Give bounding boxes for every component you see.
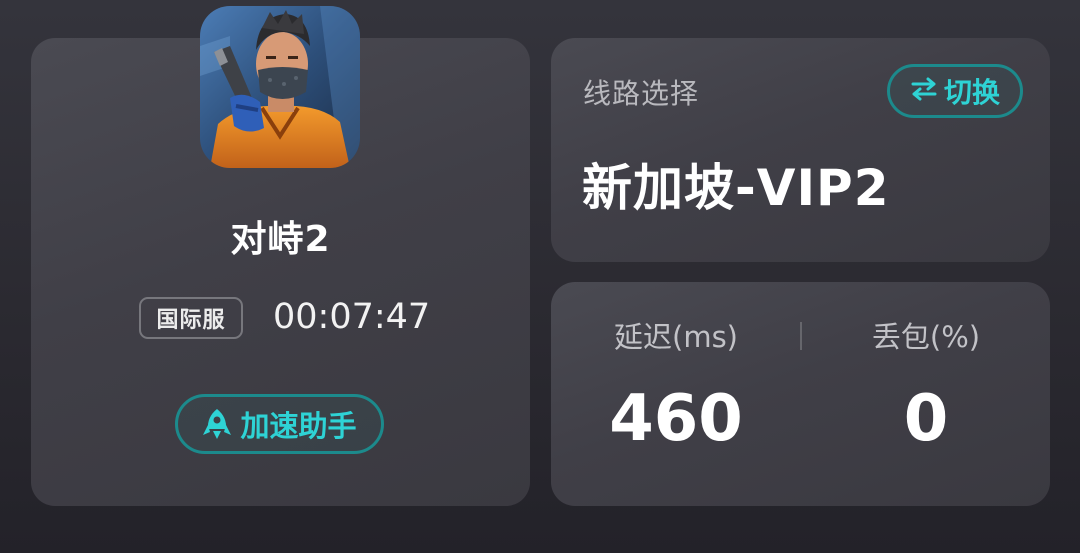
- session-timer: 00:07:47: [273, 297, 431, 337]
- game-cover-icon: [200, 6, 360, 168]
- swap-arrows-icon: [910, 75, 938, 108]
- packet-loss-value: 0: [903, 382, 949, 456]
- server-region-badge: 国际服: [139, 297, 243, 339]
- switch-button-label: 切换: [943, 76, 1000, 109]
- game-title: 对峙2: [230, 219, 331, 260]
- latency-label: 延迟(ms): [614, 320, 738, 354]
- route-select-label: 线路选择: [583, 77, 700, 110]
- packet-loss-label: 丢包(%): [871, 320, 981, 354]
- assistant-button-label: 加速助手: [240, 409, 357, 443]
- rocket-icon: [202, 407, 232, 441]
- acceleration-assistant-button[interactable]: 加速助手: [175, 394, 384, 454]
- switch-route-button[interactable]: 切换: [887, 64, 1023, 118]
- stats-divider: [800, 322, 802, 350]
- current-route-name: 新加坡-VIP2: [582, 159, 890, 217]
- latency-value: 460: [609, 382, 743, 456]
